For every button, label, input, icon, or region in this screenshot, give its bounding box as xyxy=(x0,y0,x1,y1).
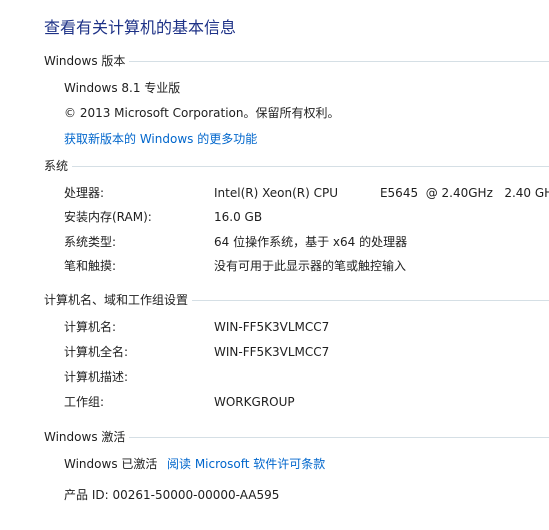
computer-description-label: 计算机描述: xyxy=(64,370,129,384)
page-title: 查看有关计算机的基本信息 xyxy=(44,18,237,37)
computer-name-label: 计算机名: xyxy=(64,320,117,334)
ram-label: 安装内存(RAM): xyxy=(64,210,152,224)
pen-touch-label: 笔和触摸: xyxy=(64,259,117,273)
pen-touch-value: 没有可用于此显示器的笔或触控输入 xyxy=(214,259,407,273)
section-header-activation: Windows 激活 xyxy=(44,429,549,445)
section-label-system: 系统 xyxy=(44,159,69,173)
ram-value: 16.0 GB xyxy=(214,210,263,224)
more-features-link[interactable]: 获取新版本的 Windows 的更多功能 xyxy=(64,131,257,147)
product-id: 产品 ID: 00261-50000-00000-AA595 xyxy=(64,488,280,502)
processor-value: Intel(R) Xeon(R) CPU E5645 @ 2.40GHz 2.4… xyxy=(214,186,549,200)
full-computer-name-value: WIN-FF5K3VLMCC7 xyxy=(214,345,330,359)
section-divider xyxy=(192,300,549,301)
full-computer-name-label: 计算机全名: xyxy=(64,345,129,359)
section-header-computer: 计算机名、域和工作组设置 xyxy=(44,292,549,308)
activation-status: Windows 已激活 xyxy=(64,457,158,471)
edition-name: Windows 8.1 专业版 xyxy=(64,81,181,95)
section-divider xyxy=(129,437,549,438)
computer-name-value: WIN-FF5K3VLMCC7 xyxy=(214,320,330,334)
system-type-value: 64 位操作系统，基于 x64 的处理器 xyxy=(214,235,408,249)
system-type-label: 系统类型: xyxy=(64,235,117,249)
section-divider xyxy=(129,61,549,62)
section-label-edition: Windows 版本 xyxy=(44,54,126,68)
copyright-text: © 2013 Microsoft Corporation。保留所有权利。 xyxy=(64,106,340,120)
section-label-activation: Windows 激活 xyxy=(44,430,126,444)
section-divider xyxy=(72,166,549,167)
workgroup-value: WORKGROUP xyxy=(214,395,295,409)
section-header-edition: Windows 版本 xyxy=(44,53,549,69)
workgroup-label: 工作组: xyxy=(64,395,105,409)
section-label-computer: 计算机名、域和工作组设置 xyxy=(44,293,189,307)
processor-label: 处理器: xyxy=(64,186,105,200)
license-terms-link[interactable]: 阅读 Microsoft 软件许可条款 xyxy=(167,456,325,472)
section-header-system: 系统 xyxy=(44,158,549,174)
